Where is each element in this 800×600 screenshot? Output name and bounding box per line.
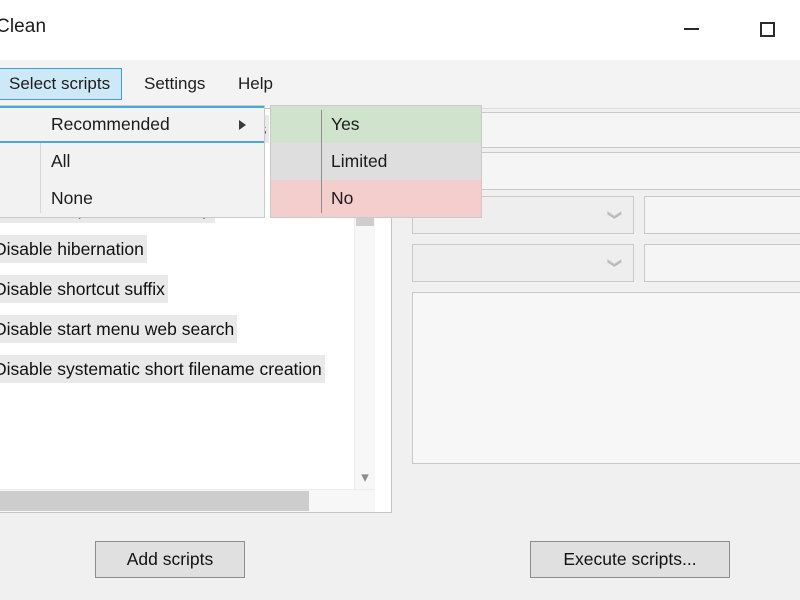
select-scripts-dropdown: Recommended All None xyxy=(0,105,265,218)
maximize-icon xyxy=(760,22,775,37)
code-textarea[interactable] xyxy=(412,292,800,464)
list-item-label: Disable start menu web search xyxy=(0,315,237,343)
submenu-option-limited[interactable]: Limited xyxy=(271,143,481,180)
submenu-option-label: No xyxy=(331,188,353,209)
minimize-button[interactable] xyxy=(660,0,722,58)
menu-option-label: Recommended xyxy=(51,114,170,135)
menu-item-select-scripts[interactable]: Select scripts xyxy=(0,68,122,100)
recommended-submenu: Yes Limited No xyxy=(270,105,482,218)
submenu-option-label: Yes xyxy=(331,114,360,135)
application-window: Clean Select scripts Settings Help Alway… xyxy=(0,0,800,600)
minimize-icon xyxy=(684,28,699,30)
chevron-down-icon: ❮ xyxy=(606,257,620,269)
list-item[interactable]: Disable hibernation xyxy=(0,229,353,269)
submenu-arrow-icon xyxy=(239,120,246,130)
maximize-button[interactable] xyxy=(736,0,798,58)
list-item[interactable]: Disable start menu web search xyxy=(0,309,353,349)
submenu-option-yes[interactable]: Yes xyxy=(271,106,481,143)
impact-value-field[interactable] xyxy=(644,196,800,234)
submenu-option-no[interactable]: No xyxy=(271,180,481,217)
title-bar: Clean xyxy=(0,0,800,61)
list-item-label: Disable systematic short filename creati… xyxy=(0,355,325,383)
list-item[interactable]: Disable shortcut suffix xyxy=(0,269,353,309)
list-item-label: Disable shortcut suffix xyxy=(0,275,168,303)
chevron-down-icon: ❮ xyxy=(606,209,620,221)
add-scripts-button[interactable]: Add scripts xyxy=(95,541,245,578)
advised-combobox[interactable]: ❮ xyxy=(412,244,634,282)
yes-color-swatch xyxy=(271,106,481,143)
chevron-down-icon[interactable]: ▾ xyxy=(355,464,375,490)
scrollbar-corner xyxy=(355,490,375,512)
menu-item-settings[interactable]: Settings xyxy=(133,68,216,100)
menu-option-label: All xyxy=(51,151,70,172)
window-title: Clean xyxy=(0,16,46,38)
menu-bar: Select scripts Settings Help xyxy=(0,60,800,109)
execute-scripts-button[interactable]: Execute scripts... xyxy=(530,541,730,578)
menu-item-help[interactable]: Help xyxy=(227,68,284,100)
menu-option-all[interactable]: All xyxy=(0,143,264,180)
list-item[interactable]: Disable systematic short filename creati… xyxy=(0,349,353,389)
no-color-swatch xyxy=(271,180,481,217)
advised-value-field[interactable] xyxy=(644,244,800,282)
horizontal-scrollbar-thumb[interactable] xyxy=(0,491,309,511)
menu-option-recommended[interactable]: Recommended xyxy=(0,106,264,143)
horizontal-scrollbar[interactable]: › xyxy=(0,489,375,512)
list-item-label: Disable hibernation xyxy=(0,235,147,263)
submenu-option-label: Limited xyxy=(331,151,387,172)
menu-option-none[interactable]: None xyxy=(0,180,264,217)
menu-option-label: None xyxy=(51,188,93,209)
